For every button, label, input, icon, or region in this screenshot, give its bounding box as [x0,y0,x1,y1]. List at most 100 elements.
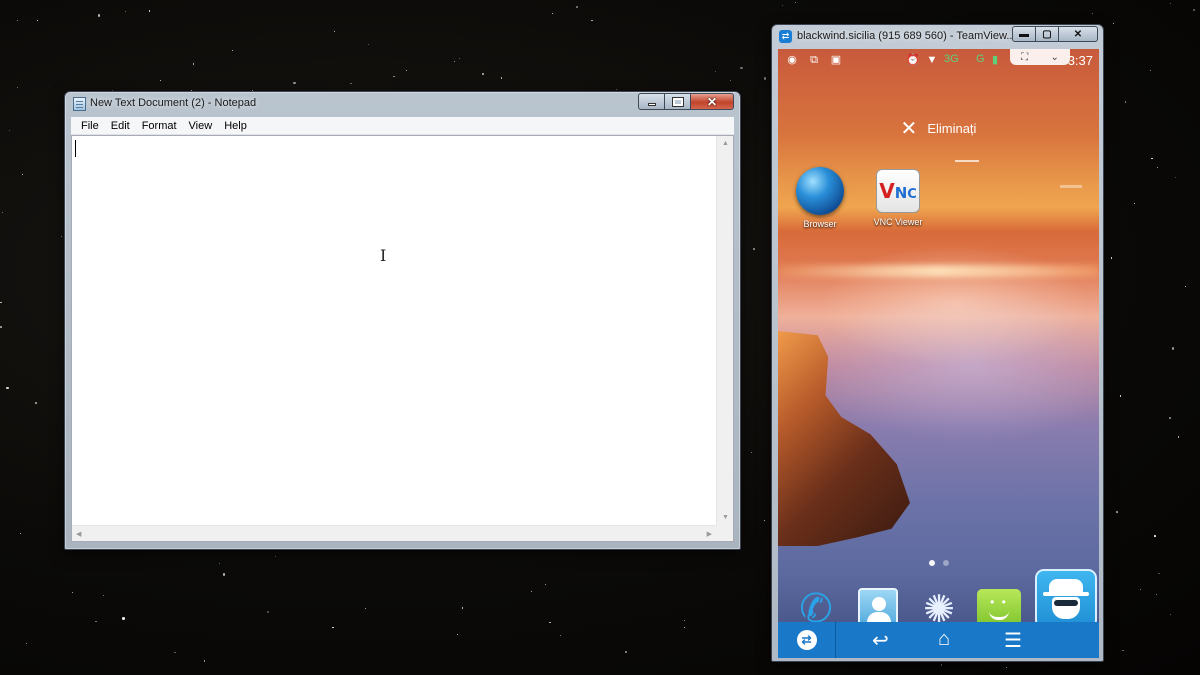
network-3g-label: 3G [944,53,959,65]
star [1119,395,1122,397]
menu-edit[interactable]: Edit [105,120,136,132]
star [730,79,732,81]
text-caret [75,140,76,157]
signal-icon: ▮ [991,54,999,66]
home-icon[interactable]: ⌂ [938,628,950,651]
status-time: 3:37 [1067,53,1093,68]
remove-drop-zone[interactable]: ✕ Eliminați [778,115,1099,141]
notepad-app-icon [73,97,86,111]
star [763,77,767,80]
star [683,626,685,628]
star [753,248,755,250]
teamviewer-app-icon: ⇄ [779,30,792,43]
app-vnc-viewer[interactable]: VNC VNC Viewer [868,169,928,227]
notepad-titlebar[interactable]: New Text Document (2) - Notepad ✕ [65,92,740,116]
menu-format[interactable]: Format [136,120,183,132]
back-icon[interactable]: ↩ [872,628,889,653]
vertical-scrollbar[interactable]: ▲ ▼ [716,136,733,525]
star [1175,177,1177,179]
star [60,235,63,238]
close-button[interactable]: ✕ [690,93,734,110]
app-label: Browser [803,219,837,229]
star [545,584,547,586]
teamviewer-titlebar[interactable]: ⇄ blackwind.sicilia (915 689 560) - Team… [772,25,1103,47]
star [1091,12,1093,14]
remote-phone-screen[interactable]: ◉ ⧉ ▣ ⏰ ▼ 3G G ▮ ⛶ ⌄ 3:37 ✕ Eliminați Br… [778,49,1099,658]
star [625,651,627,653]
star [19,533,21,535]
minimize-button[interactable]: ▬ [1012,26,1036,42]
star [0,326,2,328]
star [334,31,336,33]
teamviewer-icon: ⇄ [796,630,817,650]
star [222,573,226,576]
star [794,2,796,4]
close-button[interactable]: ✕ [1058,26,1098,42]
star [1124,101,1127,103]
scroll-right-icon[interactable]: ▶ [707,530,712,538]
chevron-down-icon[interactable]: ⌄ [1050,52,1058,63]
teamviewer-nav-button[interactable]: ⇄ [778,622,836,658]
text-area[interactable]: I ▲ ▼ ◀ ▶ [71,135,734,542]
navigation-bar: ⇄ ↩ ⌂ ☰ [778,622,1099,658]
star [500,77,503,79]
scroll-up-icon[interactable]: ▲ [722,140,729,147]
vnc-icon: VNC [876,169,920,213]
star [1193,9,1195,11]
minimize-icon [647,103,656,106]
star [1155,593,1157,595]
wifi-icon: ▼ [926,54,938,66]
minimize-button[interactable] [638,93,665,110]
recents-icon[interactable]: ☰ [1004,628,1022,653]
star [1151,157,1153,160]
remove-x-icon: ✕ [900,117,918,140]
fullscreen-icon[interactable]: ⛶ [1021,52,1028,63]
star [530,591,532,593]
scrollbar-corner [716,525,733,541]
star [124,10,126,12]
page-indicator [778,560,1099,566]
status-bar: ◉ ⧉ ▣ ⏰ ▼ 3G G ▮ ⛶ ⌄ 3:37 [778,49,1099,73]
star [1171,347,1175,350]
teamviewer-status-icon: ⧉ [810,54,818,66]
star [16,19,18,21]
maximize-button[interactable]: ▢ [1035,26,1059,42]
star [368,44,370,46]
star [1169,417,1171,419]
maximize-button[interactable] [664,93,691,110]
star [559,635,561,637]
star [552,13,554,15]
star [1150,70,1152,72]
teamviewer-control-tab[interactable]: ⛶ ⌄ [1010,49,1070,65]
star [21,173,24,176]
star [97,14,101,17]
star [1140,588,1142,590]
star [293,81,296,85]
app-browser[interactable]: Browser [790,167,850,229]
star [274,556,276,558]
menu-view[interactable]: View [183,120,219,132]
star [1134,203,1136,205]
menu-help[interactable]: Help [218,120,253,132]
star [160,80,162,81]
window-controls: ✕ [638,93,734,110]
star [35,402,37,404]
scroll-left-icon[interactable]: ◀ [76,530,81,538]
menu-file[interactable]: File [75,120,105,132]
star [1005,666,1008,669]
alarm-icon: ⏰ [906,54,920,66]
star [0,301,2,304]
horizontal-scrollbar[interactable]: ◀ ▶ [72,525,716,541]
star [71,592,73,594]
star [6,386,9,390]
star [940,664,943,666]
vnc-glyph-n: N [894,184,908,202]
network-g-label: G [976,53,985,65]
star [122,617,125,620]
scroll-down-icon[interactable]: ▼ [722,514,729,521]
star [549,621,551,624]
star [350,82,352,85]
star [1154,535,1156,537]
maximize-icon: ▢ [1042,28,1052,40]
star [1184,286,1186,288]
